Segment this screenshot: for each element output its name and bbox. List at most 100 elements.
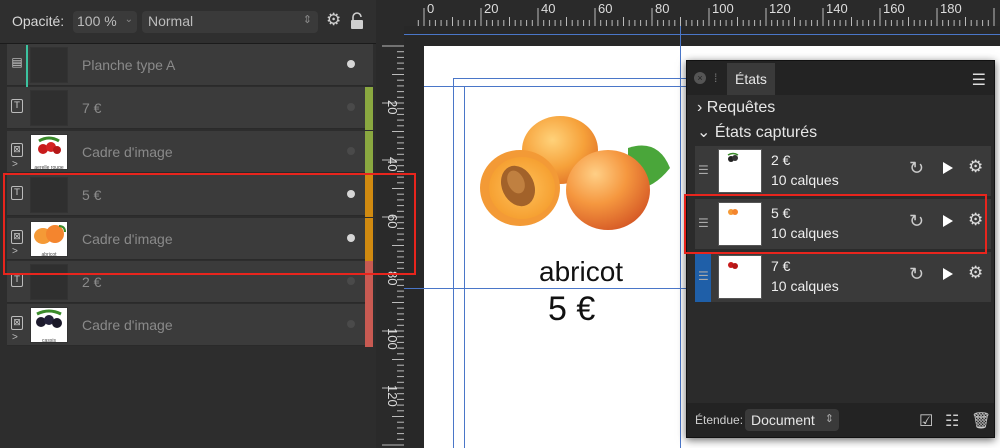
ruler-label: 40 <box>541 1 555 16</box>
list-icon[interactable]: ☷ <box>945 411 959 431</box>
thumbnail-caption: aerelle rouge <box>34 164 64 171</box>
layer-thumbnail: aerelle rouge <box>30 133 68 171</box>
gear-icon[interactable]: ⚙ <box>326 11 344 29</box>
apricot-image[interactable] <box>478 108 678 238</box>
visibility-dot-icon[interactable] <box>347 320 355 329</box>
ruler-label: 180 <box>940 1 962 16</box>
tab-states[interactable]: États <box>727 63 775 95</box>
state-layer-count: 10 calques <box>771 172 839 188</box>
layer-name[interactable]: Cadre d'image <box>82 144 173 160</box>
scope-select[interactable]: Document ⇕ <box>745 409 839 431</box>
chevron-right-icon[interactable]: > <box>12 332 18 343</box>
guide-line[interactable] <box>464 86 465 448</box>
guide-line[interactable] <box>680 26 681 448</box>
layer-thumbnail <box>26 45 68 87</box>
ruler-label: 100 <box>385 328 400 350</box>
visibility-dot-icon[interactable] <box>347 60 355 68</box>
state-item[interactable]: ☰ 7 € 10 calques ↻ ⚙ <box>695 252 991 302</box>
text-icon: T <box>11 99 23 114</box>
ruler-label: 120 <box>769 1 791 16</box>
layers-highlight-box <box>3 173 416 275</box>
ruler-label: 140 <box>826 1 848 16</box>
trash-icon[interactable]: 🗑 <box>971 411 991 431</box>
ruler-label: 120 <box>385 385 400 407</box>
horizontal-ruler[interactable]: 0 20 40 60 80 100 120 140 160 180 <box>376 0 1000 26</box>
state-drag-handle[interactable]: ☰ <box>695 146 711 196</box>
state-item[interactable]: ☰ 2 € 10 calques ↻ ⚙ <box>695 146 991 196</box>
states-footer: Étendue: Document ⇕ ☑ ☷ 🗑 <box>687 403 994 437</box>
layer-name[interactable]: Cadre d'image <box>82 317 173 333</box>
fruit-name-text[interactable]: abricot <box>539 256 623 288</box>
scope-label: Étendue: <box>695 413 744 427</box>
guide-line[interactable] <box>404 34 1000 35</box>
states-panel-header: × ⁞ États ☰ <box>687 61 994 95</box>
layer-thumbnail: cassis <box>30 307 68 345</box>
horizontal-ruler-ticks: 0 20 40 60 80 100 120 140 160 180 <box>417 1 995 26</box>
close-icon[interactable]: × <box>694 72 706 84</box>
state-drag-handle[interactable]: ☰ <box>695 252 711 302</box>
guide-line[interactable] <box>424 86 686 87</box>
color-tag <box>365 87 373 131</box>
guide-line[interactable] <box>404 288 686 289</box>
chevron-right-icon[interactable]: › <box>697 99 702 116</box>
section-captured-label: États capturés <box>714 124 818 141</box>
layer-row[interactable]: T 7 € <box>7 87 373 131</box>
play-icon[interactable] <box>941 160 955 176</box>
image-frame-icon: ⊠ <box>11 142 23 157</box>
opacity-value: 100 % <box>77 13 117 29</box>
ruler-label: 40 <box>385 157 400 171</box>
list-grip-icon: ☰ <box>698 269 709 283</box>
visibility-dot-icon[interactable] <box>347 146 355 155</box>
section-captured-states[interactable]: ⌄ États capturés <box>697 122 817 142</box>
grip-icon[interactable]: ⁞ <box>714 71 717 85</box>
state-title: 2 € <box>771 152 791 168</box>
ruler-label: 20 <box>484 1 498 16</box>
ruler-label: 60 <box>598 1 612 16</box>
text-icon: T <box>11 273 23 287</box>
color-tag <box>365 130 373 174</box>
capture-state-icon[interactable]: ☑ <box>919 411 933 431</box>
tab-states-label: États <box>735 71 767 87</box>
opacity-field[interactable]: 100 % ⌄ <box>73 11 137 33</box>
layer-row[interactable]: ▤ Planche type A <box>7 44 373 87</box>
visibility-dot-icon[interactable] <box>347 277 355 285</box>
blend-mode-select[interactable]: Normal ⇕ <box>142 11 318 33</box>
refresh-icon[interactable]: ↻ <box>909 158 931 180</box>
state-thumbnail <box>718 255 762 299</box>
color-tag <box>365 304 373 348</box>
gear-icon[interactable]: ⚙ <box>968 263 983 283</box>
updown-caret-icon: ⇕ <box>824 413 834 425</box>
updown-caret-icon: ⇕ <box>302 14 312 26</box>
state-title: 7 € <box>771 258 791 274</box>
image-frame-icon: ⊠ <box>11 316 23 331</box>
layers-toolbar: Opacité: 100 % ⌄ Normal ⇕ ⚙ <box>0 0 376 44</box>
artboard-marker <box>26 45 28 87</box>
ruler-label: 160 <box>883 1 905 16</box>
gear-icon[interactable]: ⚙ <box>968 157 983 177</box>
thumbnail-caption: cassis <box>42 338 56 345</box>
artboard-icon: ▤ <box>11 55 23 69</box>
guide-line[interactable] <box>453 78 454 448</box>
play-icon[interactable] <box>941 266 955 282</box>
chevron-down-icon[interactable]: ⌄ <box>125 14 133 25</box>
section-queries-label: Requêtes <box>706 99 776 116</box>
layer-name[interactable]: 2 € <box>82 274 101 290</box>
price-text[interactable]: 5 € <box>548 290 595 329</box>
layer-row[interactable]: ⊠ > cassis Cadre d'image <box>7 304 373 348</box>
hamburger-menu-icon[interactable]: ☰ <box>972 70 986 90</box>
visibility-dot-icon[interactable] <box>347 103 355 112</box>
chevron-right-icon[interactable]: > <box>12 159 18 170</box>
list-grip-icon: ☰ <box>698 163 709 177</box>
layer-name[interactable]: 7 € <box>82 100 101 116</box>
refresh-icon[interactable]: ↻ <box>909 264 931 286</box>
lock-icon[interactable] <box>350 12 364 30</box>
section-queries[interactable]: › Requêtes <box>697 99 775 117</box>
layer-name[interactable]: Planche type A <box>82 57 175 73</box>
guide-line[interactable] <box>453 78 686 79</box>
layer-row[interactable]: ⊠ > aerelle rouge Cadre d'image <box>7 130 373 174</box>
ruler-label: 20 <box>385 100 400 114</box>
chevron-down-icon[interactable]: ⌄ <box>697 124 710 141</box>
state-thumbnail <box>718 149 762 193</box>
ruler-label: 80 <box>655 1 669 16</box>
state-layer-count: 10 calques <box>771 278 839 294</box>
